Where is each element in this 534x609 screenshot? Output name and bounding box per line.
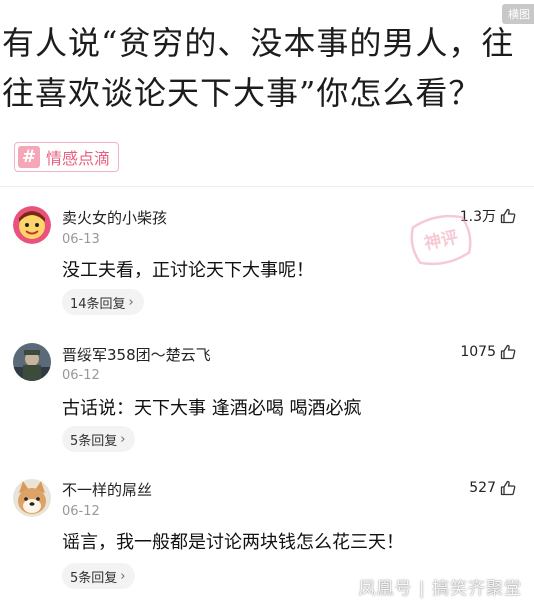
replies-button[interactable]: 5条回复 › [62, 563, 136, 589]
question-title: 有人说“贫穷的、没本事的男人，往往喜欢谈论天下大事”你怎么看？ [2, 24, 515, 112]
like-button[interactable]: 527 [469, 480, 516, 496]
topic-label: 情感点滴 [46, 149, 111, 168]
comment-date: 06-12 [62, 504, 100, 519]
replies-button[interactable]: 5条回复 › [62, 426, 136, 452]
replies-label: 5条回复 [70, 570, 118, 586]
source-watermark: 凤凰号 | 搞笑齐聚堂 [358, 579, 522, 599]
username[interactable]: 卖火女的小柴孩 [62, 207, 167, 228]
comment-item: 晋绥军358团〜楚云飞 06-12 古话说：天下大事 逢酒必喝 喝酒必疯 5条回… [0, 334, 534, 464]
thumbs-up-icon [500, 344, 516, 360]
svg-text:神评: 神评 [422, 227, 460, 255]
replies-label: 5条回复 [70, 433, 118, 449]
like-count: 1075 [460, 344, 496, 360]
comment-date: 06-13 [62, 232, 100, 247]
cartoon-face-avatar[interactable] [13, 206, 51, 244]
featured-comment-stamp: 神评 [408, 214, 474, 266]
divider [0, 186, 534, 187]
replies-button[interactable]: 14条回复 › [62, 289, 144, 315]
topic-tag[interactable]: # 情感点滴 [14, 142, 120, 172]
username[interactable]: 不一样的屌丝 [62, 479, 152, 500]
thumbs-up-icon [500, 480, 516, 496]
replies-label: 14条回复 [70, 296, 126, 312]
chevron-right-icon: › [120, 431, 126, 447]
comment-date: 06-12 [62, 368, 100, 383]
like-button[interactable]: 1075 [460, 344, 516, 360]
like-count: 527 [469, 480, 496, 496]
hash-icon: # [18, 146, 40, 168]
soldier-photo-avatar[interactable] [13, 343, 51, 381]
comment-text: 古话说：天下大事 逢酒必喝 喝酒必疯 [62, 398, 362, 419]
comment-text: 谣言，我一般都是讨论两块钱怎么花三天！ [62, 532, 404, 553]
chevron-right-icon: › [120, 568, 126, 584]
thumbs-up-icon [500, 208, 516, 224]
comment-text: 没工夫看，正讨论天下大事呢！ [62, 260, 314, 281]
shiba-dog-avatar[interactable] [13, 479, 51, 517]
chevron-right-icon: › [128, 294, 134, 310]
username[interactable]: 晋绥军358团〜楚云飞 [62, 344, 211, 365]
